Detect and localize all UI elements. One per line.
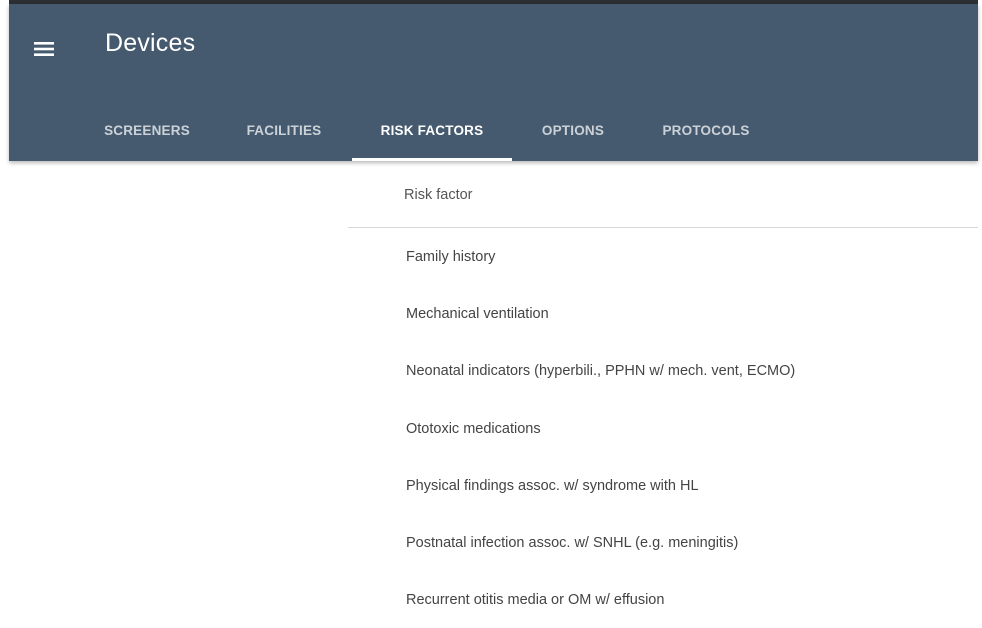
row-label: Neonatal indicators (hyperbili., PPHN w/… bbox=[406, 363, 796, 380]
menu-button[interactable] bbox=[31, 36, 57, 62]
table-row[interactable]: Physical findings assoc. w/ syndrome wit… bbox=[348, 457, 978, 514]
tab-bar: SCREENERS FACILITIES RISK FACTORS OPTION… bbox=[9, 100, 978, 161]
row-label: Physical findings assoc. w/ syndrome wit… bbox=[406, 477, 699, 494]
row-label: Ototoxic medications bbox=[406, 420, 541, 437]
row-label: Postnatal infection assoc. w/ SNHL (e.g.… bbox=[406, 534, 739, 551]
tab-options[interactable]: OPTIONS bbox=[523, 100, 623, 161]
row-label: Family history bbox=[406, 249, 496, 265]
table-row[interactable]: Neonatal indicators (hyperbili., PPHN w/… bbox=[348, 342, 978, 399]
tab-facilities[interactable]: FACILITIES bbox=[227, 100, 341, 161]
column-header-label: Risk factor bbox=[404, 187, 473, 203]
menu-icon bbox=[34, 42, 54, 56]
risk-factor-table: Risk factor Family history Mechanical ve… bbox=[348, 161, 978, 628]
tab-screeners[interactable]: SCREENERS bbox=[87, 100, 207, 161]
column-header: Risk factor bbox=[348, 161, 978, 228]
row-label: Recurrent otitis media or OM w/ effusion bbox=[406, 592, 665, 609]
table-row[interactable]: Recurrent otitis media or OM w/ effusion bbox=[348, 571, 978, 628]
table-row[interactable]: Postnatal infection assoc. w/ SNHL (e.g.… bbox=[348, 514, 978, 571]
page-title: Devices bbox=[105, 29, 196, 57]
row-label: Mechanical ventilation bbox=[406, 306, 549, 323]
app-bar: Devices SCREENERS FACILITIES RISK FACTOR… bbox=[9, 4, 978, 161]
table-row[interactable]: Family history bbox=[348, 228, 978, 285]
tab-protocols[interactable]: PROTOCOLS bbox=[646, 100, 766, 161]
table-row[interactable]: Mechanical ventilation bbox=[348, 285, 978, 342]
table-row[interactable]: Ototoxic medications bbox=[348, 400, 978, 457]
tab-risk-factors[interactable]: RISK FACTORS bbox=[352, 100, 512, 161]
